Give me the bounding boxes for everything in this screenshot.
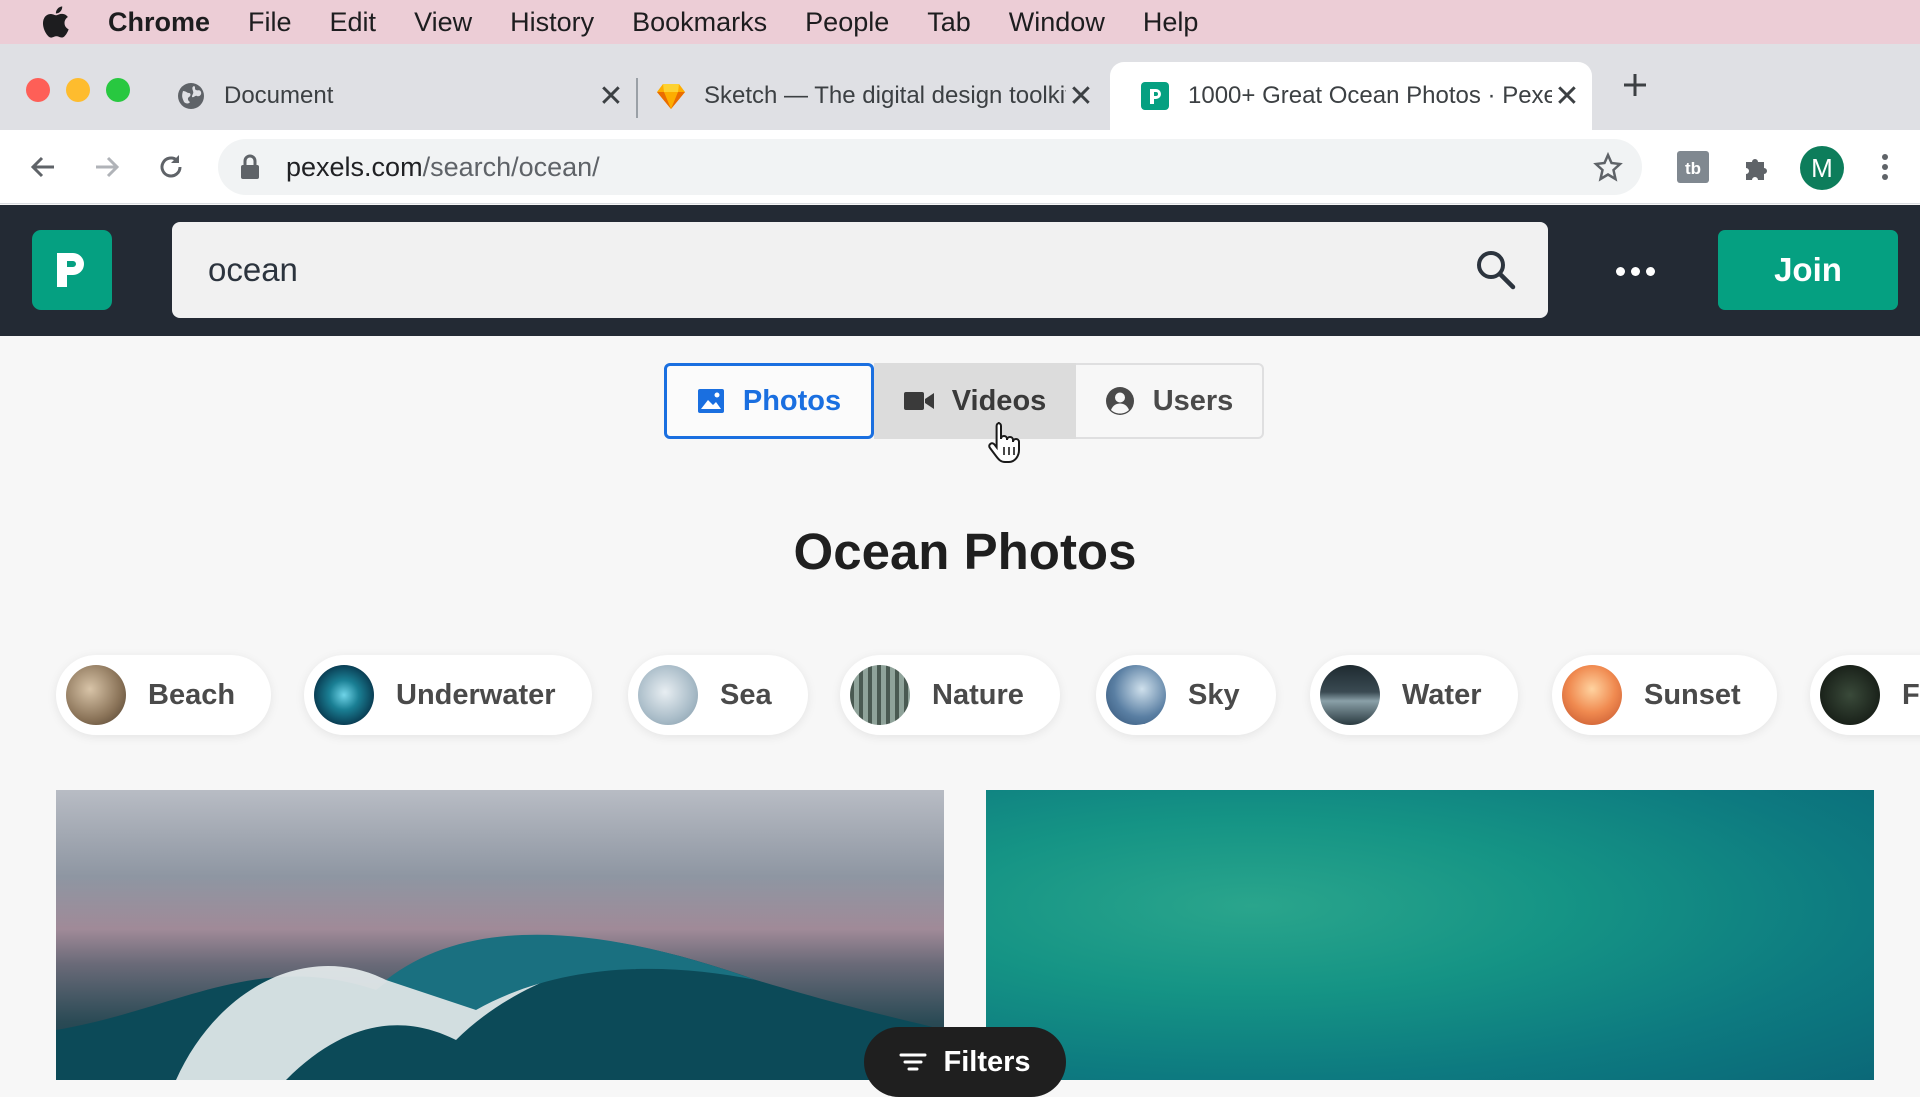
extensions-puzzle-icon[interactable] xyxy=(1734,144,1780,190)
filters-label: Filters xyxy=(943,1045,1031,1078)
menu-bookmarks[interactable]: Bookmarks xyxy=(632,7,767,38)
search-input[interactable] xyxy=(208,251,1408,289)
image-icon xyxy=(697,388,725,414)
menu-people[interactable]: People xyxy=(805,7,889,38)
tab-separator xyxy=(636,78,638,118)
tab-users[interactable]: Users xyxy=(1076,363,1264,439)
macos-menubar: Chrome File Edit View History Bookmarks … xyxy=(0,0,1920,44)
category-chip-sunset[interactable]: Sunset xyxy=(1552,655,1777,735)
minimize-window-button[interactable] xyxy=(66,78,90,102)
menu-file[interactable]: File xyxy=(248,7,292,38)
tab-label: 1000+ Great Ocean Photos · Pexels xyxy=(1188,82,1552,109)
category-thumbnail xyxy=(1106,665,1166,725)
join-button[interactable]: Join xyxy=(1718,230,1898,310)
sketch-diamond-icon xyxy=(656,81,686,111)
category-label: Beach xyxy=(148,678,236,711)
site-header: Join xyxy=(0,205,1920,336)
category-chip-sky[interactable]: Sky xyxy=(1096,655,1276,735)
tab-users-label: Users xyxy=(1152,384,1234,417)
close-window-button[interactable] xyxy=(26,78,50,102)
category-chip-forest[interactable]: Fo xyxy=(1810,655,1920,735)
category-label: Water xyxy=(1402,678,1482,711)
category-thumbnail xyxy=(638,665,698,725)
url-path: /search/ocean/ xyxy=(422,151,600,182)
media-type-toggle: Photos Videos Users xyxy=(664,363,1264,439)
tab-label: Sketch — The digital design toolkit xyxy=(704,82,1066,109)
tab-videos[interactable]: Videos xyxy=(874,363,1076,439)
category-chip-beach[interactable]: Beach xyxy=(56,655,272,735)
address-bar[interactable]: pexels.com/search/ocean/ xyxy=(218,139,1642,195)
category-chip-water[interactable]: Water xyxy=(1310,655,1518,735)
tab-pexels[interactable]: 1000+ Great Ocean Photos · Pexels ✕ xyxy=(1110,62,1592,130)
wave-illustration xyxy=(56,934,944,1080)
close-tab-icon[interactable]: ✕ xyxy=(1066,80,1096,113)
extension-tb-icon[interactable]: tb xyxy=(1670,144,1716,190)
filters-button[interactable]: Filters xyxy=(864,1027,1066,1097)
page-title: Ocean Photos xyxy=(793,523,1137,580)
category-thumbnail xyxy=(1820,665,1880,725)
tab-videos-label: Videos xyxy=(951,384,1047,417)
globe-icon xyxy=(176,81,206,111)
menu-history[interactable]: History xyxy=(510,7,594,38)
category-thumbnail xyxy=(1320,665,1380,725)
category-label: Underwater xyxy=(396,678,556,711)
forward-arrow-icon[interactable] xyxy=(84,144,130,190)
url-host: pexels.com xyxy=(286,151,423,182)
maximize-window-button[interactable] xyxy=(106,78,130,102)
new-tab-button[interactable] xyxy=(1612,62,1658,108)
profile-avatar[interactable]: M xyxy=(1800,146,1844,190)
category-thumbnail xyxy=(1562,665,1622,725)
pointer-hand-cursor-icon xyxy=(988,420,1024,464)
category-label: Sea xyxy=(720,678,772,711)
video-camera-icon xyxy=(903,391,934,411)
menu-tab[interactable]: Tab xyxy=(927,7,971,38)
search-icon[interactable] xyxy=(1474,248,1518,292)
tab-document[interactable]: Document ✕ xyxy=(176,62,626,130)
pexels-favicon xyxy=(1140,81,1170,111)
chrome-menu-icon[interactable] xyxy=(1862,144,1908,190)
lock-icon[interactable] xyxy=(240,154,264,180)
category-label: Fo xyxy=(1902,678,1920,711)
category-thumbnail xyxy=(314,665,374,725)
category-label: Sky xyxy=(1188,678,1240,711)
category-chip-nature[interactable]: Nature xyxy=(840,655,1060,735)
category-label: Nature xyxy=(932,678,1024,711)
menu-edit[interactable]: Edit xyxy=(330,7,377,38)
category-label: Sunset xyxy=(1644,678,1741,711)
close-tab-icon[interactable]: ✕ xyxy=(596,80,626,113)
back-arrow-icon[interactable] xyxy=(20,144,66,190)
tab-sketch[interactable]: Sketch — The digital design toolkit ✕ xyxy=(656,62,1096,130)
category-chip-underwater[interactable]: Underwater xyxy=(304,655,592,735)
filter-lines-icon xyxy=(899,1052,927,1072)
category-thumbnail xyxy=(66,665,126,725)
menu-view[interactable]: View xyxy=(414,7,472,38)
tab-label: Document xyxy=(224,82,334,109)
apple-icon[interactable] xyxy=(40,5,74,39)
reload-icon[interactable] xyxy=(148,144,194,190)
browser-toolbar: pexels.com/search/ocean/ tb M xyxy=(0,130,1920,204)
tab-photos[interactable]: Photos xyxy=(664,363,874,439)
more-options-icon[interactable] xyxy=(1610,251,1660,291)
photo-ocean-wave[interactable] xyxy=(56,790,944,1080)
category-thumbnail xyxy=(850,665,910,725)
search-bar[interactable] xyxy=(172,222,1548,318)
photo-aerial-sea[interactable] xyxy=(986,790,1874,1080)
svg-text:tb: tb xyxy=(1685,159,1701,178)
menu-chrome[interactable]: Chrome xyxy=(108,7,210,38)
close-tab-icon[interactable]: ✕ xyxy=(1552,80,1582,113)
tab-strip: Document ✕ Sketch — The digital design t… xyxy=(0,44,1920,130)
bookmark-star-icon[interactable] xyxy=(1588,147,1628,187)
user-circle-icon xyxy=(1105,386,1135,416)
tab-photos-label: Photos xyxy=(742,384,842,417)
category-chip-sea[interactable]: Sea xyxy=(628,655,808,735)
pexels-logo[interactable] xyxy=(32,230,112,310)
menu-window[interactable]: Window xyxy=(1009,7,1105,38)
menu-help[interactable]: Help xyxy=(1143,7,1199,38)
